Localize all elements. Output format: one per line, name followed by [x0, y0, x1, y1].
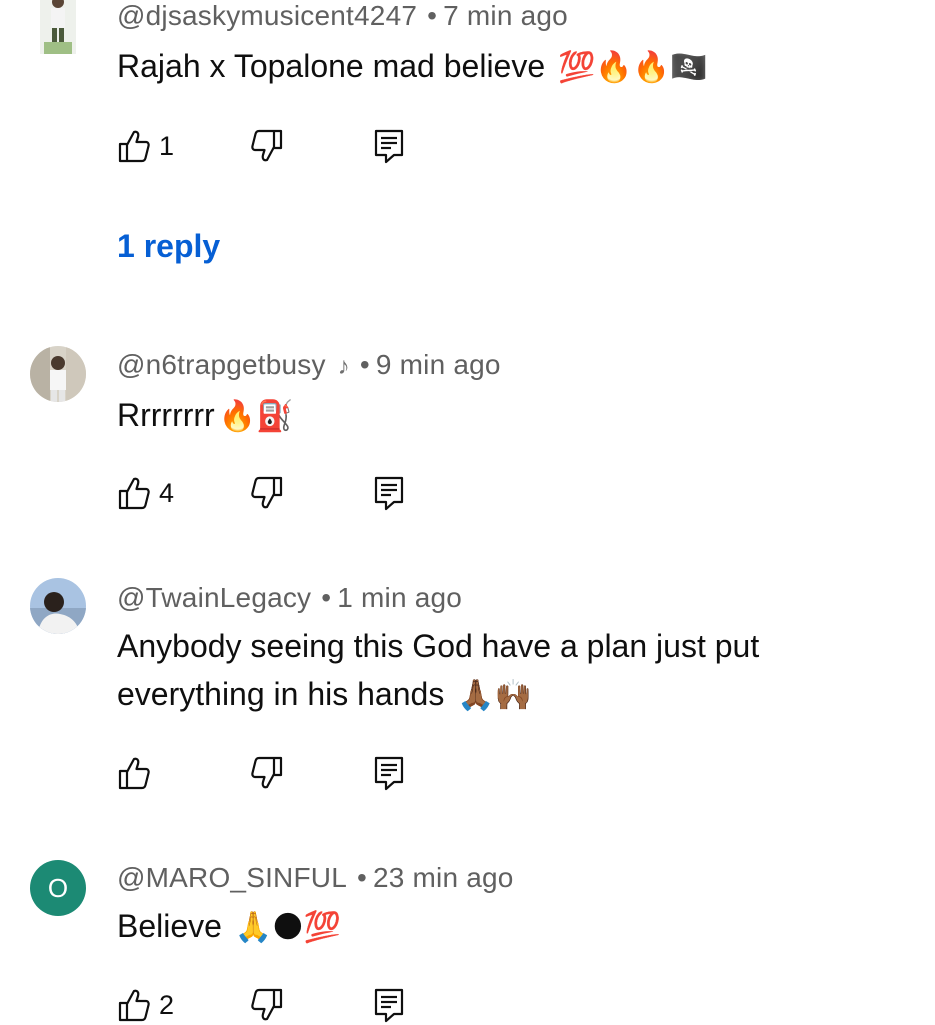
- avatar[interactable]: [30, 578, 86, 634]
- comment-meta: @djsaskymusicent4247 • 7 min ago: [117, 0, 568, 32]
- reply-comment-icon: [374, 988, 404, 1023]
- comment-text-line-1: Anybody seeing this God have a plan just…: [117, 628, 760, 664]
- comment-text-line-2: everything in his hands 🙏🏾🙌🏾: [117, 670, 532, 720]
- reply-comment-icon: [374, 756, 404, 791]
- comment-text: Rrrrrrrr 🔥⛽: [117, 391, 293, 441]
- comment-timestamp: 23 min ago: [372, 862, 514, 893]
- view-replies-link[interactable]: 1 reply: [117, 228, 220, 265]
- reply-button[interactable]: [373, 473, 405, 513]
- comment-actions: 1: [117, 126, 537, 166]
- meta-separator: •: [427, 0, 438, 31]
- like-count: 2: [159, 989, 175, 1020]
- comment-author-handle[interactable]: @n6trapgetbusy: [117, 349, 326, 380]
- comment-meta: @TwainLegacy • 1 min ago: [117, 582, 462, 614]
- reply-button[interactable]: [373, 753, 405, 793]
- dislike-button[interactable]: [250, 473, 284, 513]
- meta-separator: •: [321, 582, 332, 613]
- comment-emojis: 💯🔥🔥🏴‍☠️: [558, 50, 708, 85]
- meta-separator: •: [356, 862, 367, 893]
- comment-text: Rajah x Topalone mad believe 💯🔥🔥🏴‍☠️: [117, 42, 707, 92]
- like-button[interactable]: [117, 753, 159, 793]
- comment-text: Believe 🙏🌑💯: [117, 902, 341, 952]
- thumbs-up-icon: [118, 477, 150, 510]
- like-count: 4: [159, 477, 175, 508]
- comment-timestamp: 9 min ago: [375, 349, 501, 380]
- reply-button[interactable]: [373, 985, 405, 1025]
- comment-author-handle[interactable]: @TwainLegacy: [117, 582, 311, 613]
- reply-comment-icon: [374, 476, 404, 511]
- avatar[interactable]: O: [30, 860, 86, 916]
- thumbs-down-icon: [251, 756, 283, 789]
- comment-emojis: 🙏🌑💯: [234, 910, 341, 945]
- comment-timestamp: 1 min ago: [337, 582, 463, 613]
- comment-actions: 2: [117, 985, 537, 1025]
- comment-author-handle[interactable]: @MARO_SINFUL: [117, 862, 347, 893]
- avatar[interactable]: [30, 0, 86, 54]
- comment-meta: @MARO_SINFUL • 23 min ago: [117, 862, 514, 894]
- reply-button[interactable]: [373, 126, 405, 166]
- avatar[interactable]: [30, 346, 86, 402]
- comment-emojis: 🔥⛽: [218, 399, 294, 434]
- dislike-button[interactable]: [250, 126, 284, 166]
- comment-emojis: 🙏🏾🙌🏾: [457, 678, 532, 713]
- like-button[interactable]: 4: [117, 473, 174, 513]
- dislike-button[interactable]: [250, 753, 284, 793]
- comment-actions: [117, 753, 537, 793]
- like-count: 1: [159, 130, 175, 161]
- music-note-icon: ♪: [337, 353, 350, 380]
- reply-comment-icon: [374, 129, 404, 164]
- like-button[interactable]: 2: [117, 985, 174, 1025]
- thumbs-down-icon: [251, 476, 283, 509]
- comment-body: everything in his hands: [117, 676, 445, 712]
- thumbs-up-icon: [118, 989, 150, 1022]
- thumbs-up-icon: [118, 757, 150, 790]
- comment-body: Believe: [117, 908, 222, 944]
- comment-body: Rrrrrrrr: [117, 397, 215, 433]
- comment-body: Rajah x Topalone mad believe: [117, 48, 546, 84]
- meta-separator: •: [359, 349, 370, 380]
- thumbs-down-icon: [251, 129, 283, 162]
- avatar-letter: O: [47, 872, 69, 903]
- dislike-button[interactable]: [250, 985, 284, 1025]
- comment-meta: @n6trapgetbusy ♪ • 9 min ago: [117, 349, 501, 381]
- comment-actions: 4: [117, 473, 537, 513]
- like-button[interactable]: 1: [117, 126, 174, 166]
- thumbs-up-icon: [118, 130, 150, 163]
- comment-timestamp: 7 min ago: [443, 0, 568, 31]
- thumbs-down-icon: [251, 988, 283, 1021]
- comment-author-handle[interactable]: @djsaskymusicent4247: [117, 0, 417, 31]
